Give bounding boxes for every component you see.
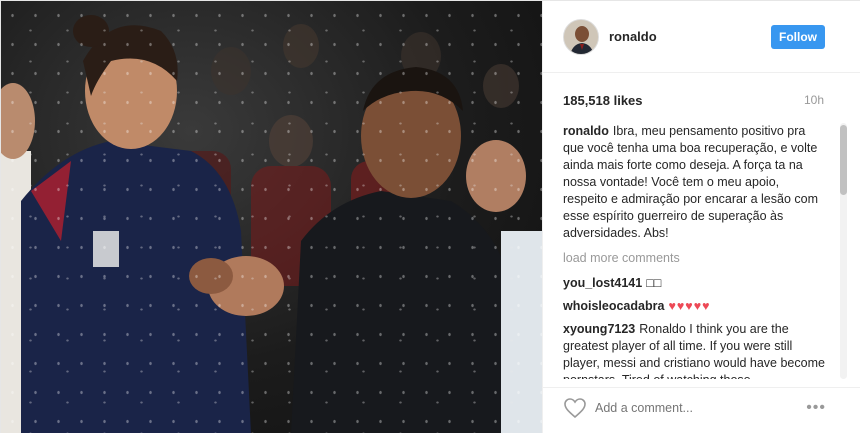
comment-username[interactable]: you_lost4141 (563, 276, 642, 290)
comment-text: □□ (646, 276, 662, 290)
comment-footer: ••• (543, 387, 860, 433)
avatar-image (564, 20, 598, 54)
post-sidebar: ronaldo Follow 185,518 likes 10h ronaldo… (542, 1, 860, 433)
post-header: ronaldo Follow (543, 1, 860, 73)
more-options-icon[interactable]: ••• (806, 400, 826, 416)
caption: ronaldo Ibra, meu pensamento positivo pra… (563, 123, 825, 242)
post-timestamp[interactable]: 10h (804, 93, 824, 107)
instagram-post: ronaldo Follow 185,518 likes 10h ronaldo… (0, 0, 860, 433)
snow-overlay (1, 1, 542, 433)
comment-text: ♥♥♥♥♥ (668, 299, 711, 313)
add-comment-input[interactable] (595, 396, 795, 420)
comment-item: xyoung7123 Ronaldo I think you are the gr… (563, 321, 825, 379)
heart-outline-icon[interactable] (563, 397, 587, 419)
comments-scrollbar[interactable] (840, 123, 847, 379)
comments-list: ronaldo Ibra, meu pensamento positivo pra… (563, 123, 825, 379)
caption-text: Ibra, meu pensamento positivo pra que vo… (563, 124, 818, 240)
scrollbar-thumb[interactable] (840, 125, 847, 195)
follow-button[interactable]: Follow (771, 25, 825, 49)
author-avatar[interactable] (563, 19, 599, 55)
comment-item: whoisleocadabra ♥♥♥♥♥ (563, 298, 825, 315)
likes-count[interactable]: 185,518 likes (563, 93, 643, 108)
post-photo[interactable] (1, 1, 542, 433)
author-username[interactable]: ronaldo (609, 29, 657, 44)
comment-username[interactable]: whoisleocadabra (563, 299, 664, 313)
caption-username[interactable]: ronaldo (563, 124, 609, 138)
load-more-comments-link[interactable]: load more comments (563, 250, 825, 267)
comment-item: you_lost4141 □□ (563, 275, 825, 292)
comment-username[interactable]: xyoung7123 (563, 322, 635, 336)
